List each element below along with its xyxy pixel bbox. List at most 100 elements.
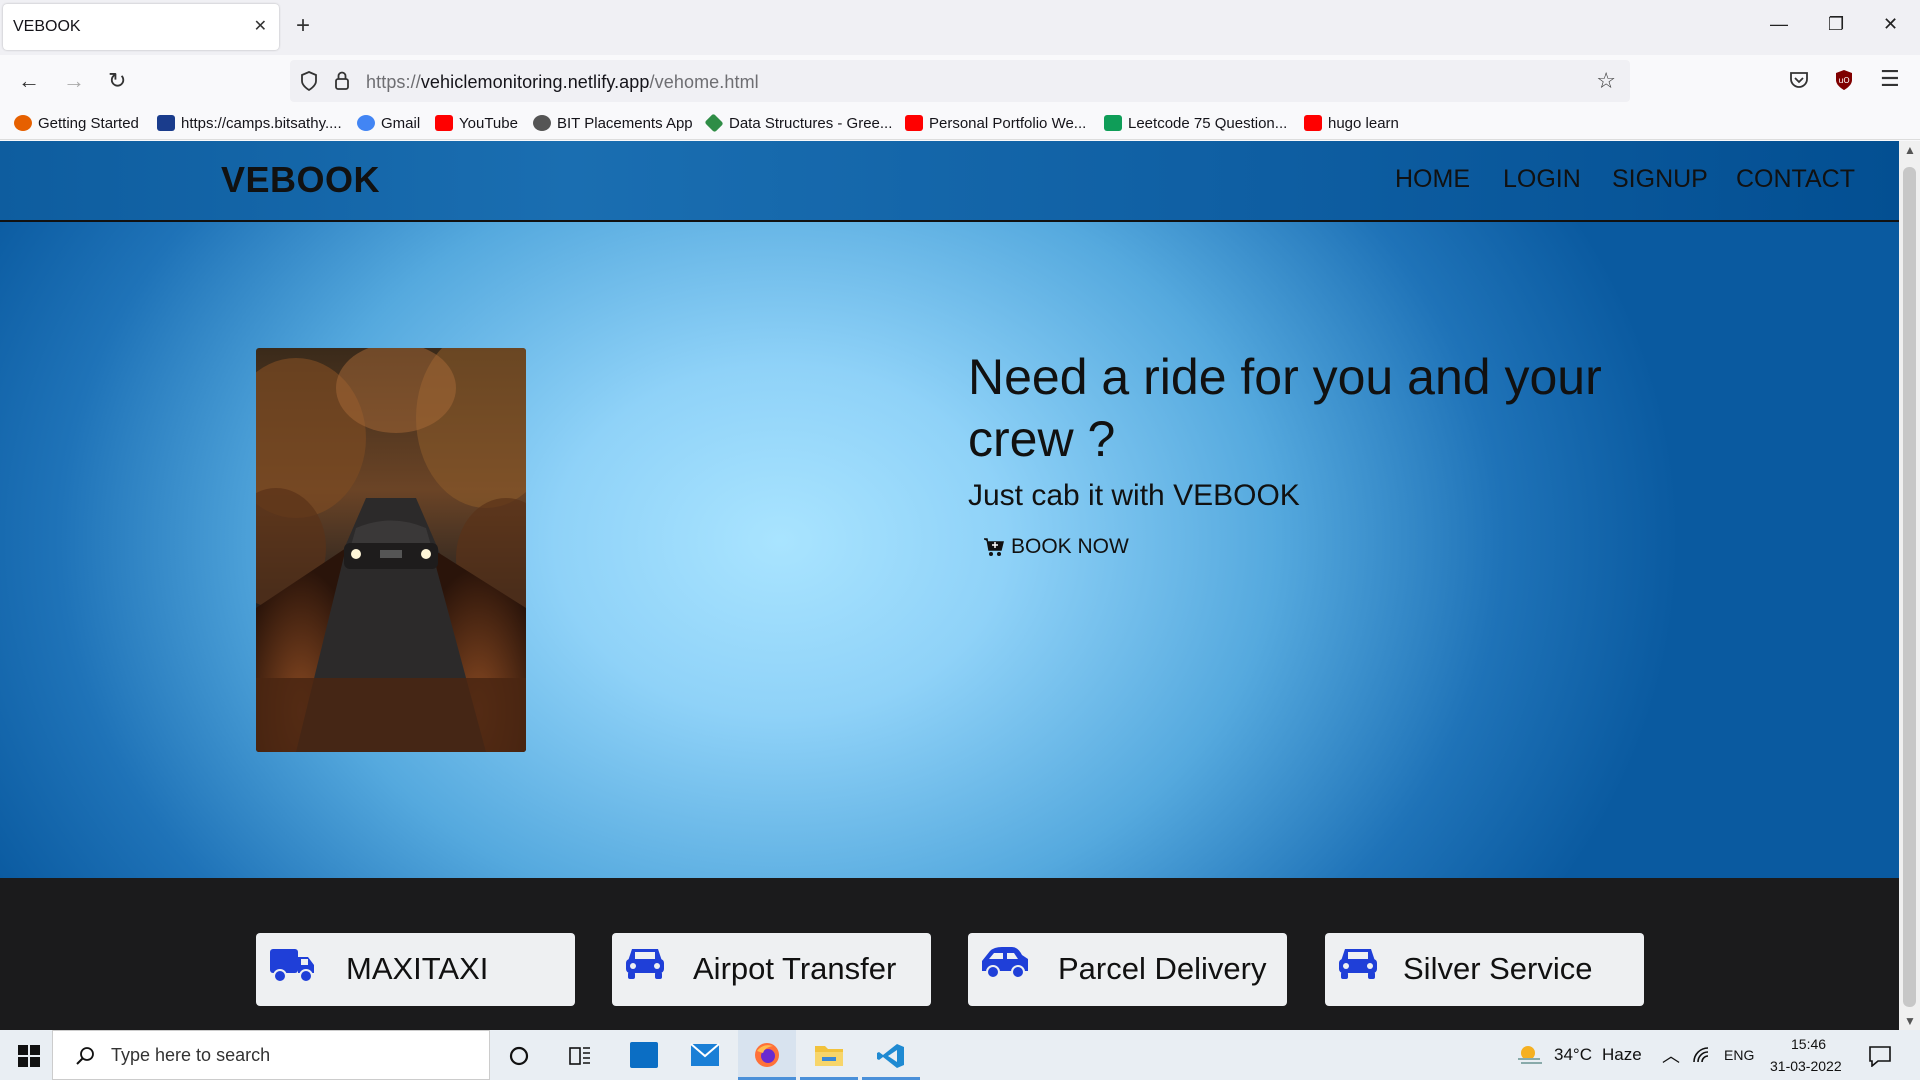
service-card-silver-service[interactable]: Silver Service bbox=[1325, 933, 1644, 1006]
cortana-icon[interactable] bbox=[508, 1045, 530, 1067]
service-card-parcel-delivery[interactable]: Parcel Delivery bbox=[968, 933, 1287, 1006]
bitsathy-icon bbox=[157, 115, 175, 131]
bookmark-star-icon[interactable]: ☆ bbox=[1596, 68, 1616, 94]
search-placeholder: Type here to search bbox=[111, 1045, 271, 1065]
hero-title: Need a ride for you and your crew ? bbox=[968, 349, 1602, 467]
bookmark-item[interactable]: Data Structures - Gree... bbox=[704, 113, 893, 133]
scroll-down-icon[interactable]: ▼ bbox=[1904, 1014, 1916, 1028]
tab-title: VEBOOK bbox=[13, 18, 81, 35]
pocket-icon[interactable] bbox=[1789, 71, 1809, 89]
sheets-icon bbox=[1104, 115, 1122, 131]
forward-icon[interactable]: → bbox=[63, 68, 85, 94]
bookmark-item[interactable]: hugo learn bbox=[1304, 115, 1399, 132]
nav-contact[interactable]: CONTACT bbox=[1736, 165, 1855, 194]
url-text: https://vehiclemonitoring.netlify.app/ve… bbox=[366, 72, 759, 93]
youtube-icon bbox=[1304, 115, 1322, 131]
site-logo[interactable]: VEBOOK bbox=[221, 159, 380, 201]
browser-tab[interactable]: VEBOOK ✕ bbox=[3, 4, 279, 50]
bookmark-label: BIT Placements App bbox=[557, 115, 693, 132]
firefox-icon bbox=[755, 1043, 779, 1067]
ublock-icon[interactable]: uO bbox=[1835, 69, 1853, 91]
bookmark-item[interactable]: Leetcode 75 Question... bbox=[1104, 115, 1287, 132]
weather-temperature[interactable]: 34°C bbox=[1554, 1045, 1592, 1065]
search-icon bbox=[76, 1047, 94, 1065]
nav-home[interactable]: HOME bbox=[1395, 165, 1470, 194]
nav-signup[interactable]: SIGNUP bbox=[1612, 165, 1708, 194]
task-view-icon[interactable] bbox=[568, 1045, 592, 1067]
restore-icon[interactable]: ❐ bbox=[1828, 14, 1844, 35]
url-path: /vehome.html bbox=[649, 72, 759, 92]
back-icon[interactable]: ← bbox=[18, 68, 40, 94]
bookmark-item[interactable]: Personal Portfolio We... bbox=[905, 115, 1086, 132]
clock-time[interactable]: 15:46 bbox=[1791, 1036, 1826, 1052]
taskbar-app-firefox[interactable] bbox=[738, 1030, 796, 1080]
window-close-icon[interactable]: ✕ bbox=[1883, 14, 1898, 35]
url-bar[interactable]: https://vehiclemonitoring.netlify.app/ve… bbox=[290, 60, 1630, 102]
svg-text:uO: uO bbox=[1838, 76, 1849, 85]
language-indicator[interactable]: ENG bbox=[1724, 1047, 1754, 1063]
bookmark-label: YouTube bbox=[459, 115, 518, 132]
bookmark-item[interactable]: https://camps.bitsathy.... bbox=[157, 115, 342, 132]
hero-section: VEBOOK HOME LOGIN SIGNUP CONTACT Need a … bbox=[0, 141, 1899, 878]
youtube-icon bbox=[905, 115, 923, 131]
notification-icon[interactable] bbox=[1868, 1045, 1892, 1067]
weather-description[interactable]: Haze bbox=[1602, 1045, 1642, 1065]
google-icon bbox=[357, 115, 375, 131]
url-host: vehiclemonitoring.netlify.app bbox=[420, 72, 650, 92]
bookmarks-bar: Getting Started https://camps.bitsathy..… bbox=[0, 107, 1920, 140]
scrollbar-thumb[interactable] bbox=[1903, 167, 1916, 1007]
firefox-icon bbox=[14, 115, 32, 131]
clock-date[interactable]: 31-03-2022 bbox=[1770, 1058, 1842, 1074]
bookmark-label: Leetcode 75 Question... bbox=[1128, 115, 1288, 132]
url-scheme: https:// bbox=[366, 72, 421, 92]
taskbar-app-vscode[interactable] bbox=[862, 1030, 920, 1080]
browser-toolbar: ← → ↻ https://vehiclemonitoring.netlify.… bbox=[0, 55, 1920, 107]
page-scrollbar[interactable]: ▲ ▼ bbox=[1899, 141, 1920, 1030]
tab-close-icon[interactable]: ✕ bbox=[254, 16, 267, 36]
book-now-label: BOOK NOW bbox=[1011, 535, 1129, 558]
new-tab-icon[interactable]: + bbox=[296, 12, 310, 40]
bookmark-label: hugo learn bbox=[1328, 115, 1399, 132]
minimize-icon[interactable]: — bbox=[1770, 14, 1788, 35]
service-card-maxitaxi[interactable]: MAXITAXI bbox=[256, 933, 575, 1006]
service-label: Airpot Transfer bbox=[693, 951, 897, 986]
chevron-up-icon[interactable]: ︿ bbox=[1662, 1042, 1680, 1068]
truck-icon bbox=[270, 949, 314, 983]
service-card-airport-transfer[interactable]: Airpot Transfer bbox=[612, 933, 931, 1006]
youtube-icon bbox=[435, 115, 453, 131]
dell-icon bbox=[630, 1042, 658, 1068]
taskbar-app-mail[interactable] bbox=[676, 1030, 734, 1080]
taskbar-search-box[interactable]: Type here to search bbox=[52, 1030, 490, 1080]
bookmark-label: Personal Portfolio We... bbox=[929, 115, 1087, 132]
browser-tab-bar: VEBOOK ✕ + — ❐ ✕ bbox=[0, 0, 1920, 55]
car-side-icon bbox=[982, 947, 1028, 979]
nav-login[interactable]: LOGIN bbox=[1503, 165, 1581, 194]
bookmark-label: Getting Started bbox=[38, 115, 139, 132]
taskbar-app-dell[interactable] bbox=[615, 1030, 673, 1080]
geeksforgeeks-icon bbox=[704, 113, 724, 133]
reload-icon[interactable]: ↻ bbox=[108, 68, 126, 94]
mail-icon bbox=[690, 1043, 720, 1066]
user-icon bbox=[533, 115, 551, 131]
bookmark-item[interactable]: Gmail bbox=[357, 115, 420, 132]
bookmark-item[interactable]: BIT Placements App bbox=[533, 115, 693, 132]
windows-taskbar: Type here to search 34°C Haze ︿ ENG 15:4… bbox=[0, 1030, 1920, 1080]
bookmark-label: Data Structures - Gree... bbox=[729, 115, 893, 132]
wifi-icon[interactable] bbox=[1692, 1046, 1712, 1064]
scroll-up-icon[interactable]: ▲ bbox=[1904, 143, 1916, 157]
car-icon bbox=[1339, 949, 1377, 979]
taskbar-app-file-explorer[interactable] bbox=[800, 1030, 858, 1080]
hero-subtitle: Just cab it with VEBOOK bbox=[968, 479, 1300, 512]
car-icon bbox=[626, 949, 664, 979]
menu-icon[interactable]: ☰ bbox=[1880, 66, 1900, 92]
bookmark-item[interactable]: YouTube bbox=[435, 115, 518, 132]
windows-start-icon[interactable] bbox=[18, 1045, 40, 1067]
book-now-button[interactable]: BOOK NOW bbox=[983, 535, 1129, 559]
hero-car-image bbox=[256, 348, 526, 752]
weather-haze-icon[interactable] bbox=[1516, 1043, 1544, 1067]
cart-icon bbox=[984, 538, 1004, 556]
shield-icon[interactable] bbox=[300, 71, 318, 91]
bookmark-item[interactable]: Getting Started bbox=[14, 115, 139, 132]
bookmark-label: https://camps.bitsathy.... bbox=[181, 115, 342, 132]
lock-icon[interactable] bbox=[334, 70, 350, 90]
